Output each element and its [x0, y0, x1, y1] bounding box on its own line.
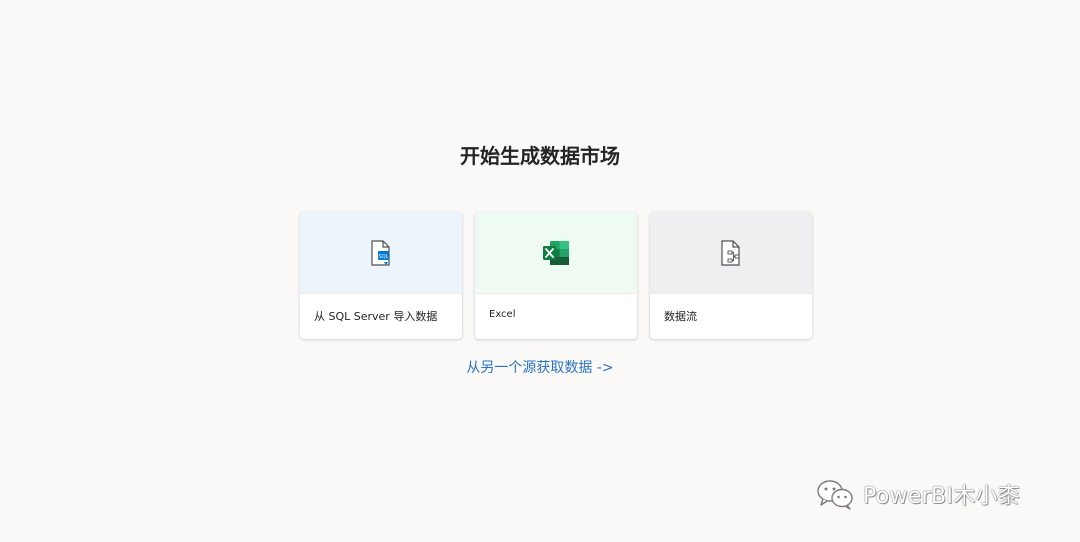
sql-server-card[interactable]: SQL 从 SQL Server 导入数据: [300, 212, 462, 339]
svg-text:SQL: SQL: [379, 254, 389, 260]
page: { "main": { "title": "开始生成数据市场", "cards"…: [0, 0, 1080, 542]
dataflow-card[interactable]: 数据流: [650, 212, 812, 339]
other-source-link[interactable]: 从另一个源获取数据 ->: [0, 357, 1080, 379]
dataflow-file-icon: [721, 239, 740, 266]
card-icon-area: SQL: [300, 212, 462, 294]
excel-icon: [543, 240, 569, 265]
sql-file-icon: SQL: [371, 239, 390, 266]
dataflow-card-label: 数据流: [664, 310, 697, 323]
sql-server-card-label: 从 SQL Server 导入数据: [314, 310, 438, 323]
excel-card-label: Excel: [489, 309, 516, 320]
page-title: 开始生成数据市场: [460, 144, 620, 168]
card-icon-area: [475, 212, 637, 294]
wechat-icon: [817, 480, 853, 510]
excel-card[interactable]: Excel: [475, 212, 637, 339]
source-cards: SQL 从 SQL Server 导入数据 Excel 数据流: [300, 212, 813, 339]
watermark: PowerBI木小桼: [815, 476, 1020, 512]
watermark-text: PowerBI木小桼: [863, 484, 1021, 509]
card-icon-area: [650, 212, 812, 294]
